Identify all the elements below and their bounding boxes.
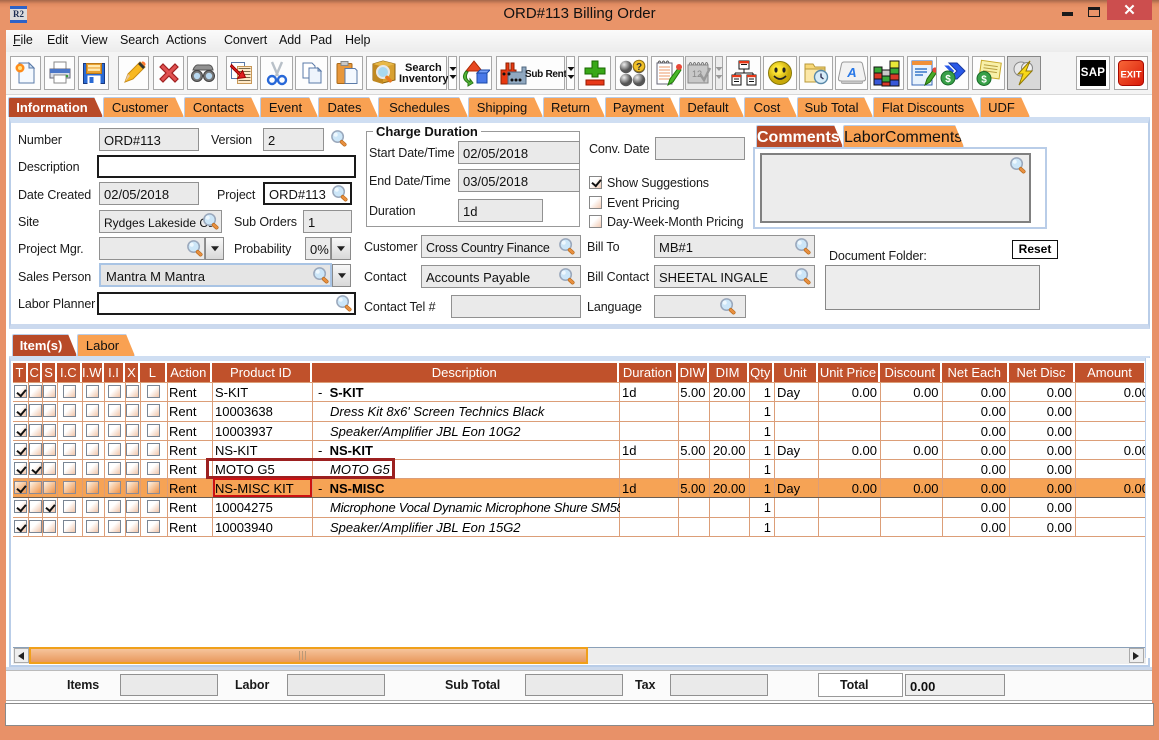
svg-text:EXIT: EXIT [1120, 70, 1141, 81]
svg-text:$: $ [981, 75, 987, 86]
svg-text:?: ? [635, 62, 641, 73]
svg-text:A: A [846, 65, 856, 80]
svg-text:$: $ [945, 74, 951, 85]
